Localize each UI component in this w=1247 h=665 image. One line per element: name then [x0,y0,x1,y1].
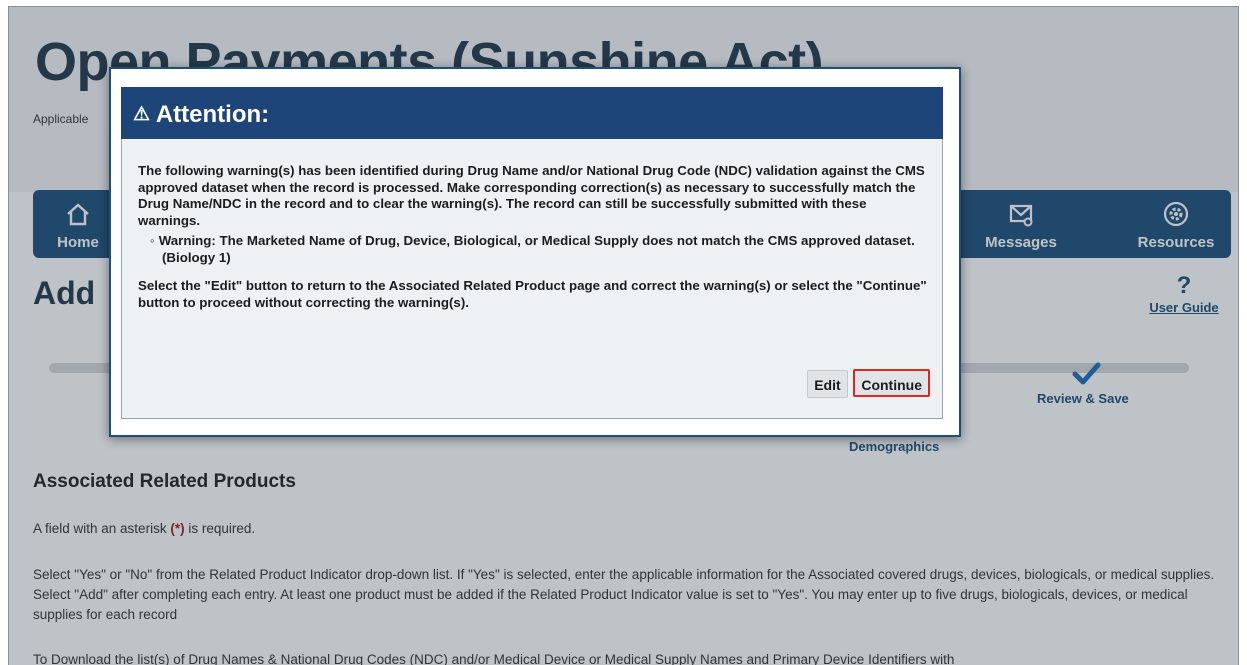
dialog-instruction: Select the "Edit" button to return to th… [138,278,927,310]
dialog-body: The following warning(s) has been identi… [121,139,943,419]
browser-page: Open Payments (Sunshine Act) Applicable … [8,6,1239,665]
continue-button[interactable]: Continue [853,369,930,397]
dialog-title: Attention: [155,101,270,128]
dialog-actions: Edit Continue [807,369,930,398]
dialog-header: ⚠ Attention: [121,87,943,139]
edit-button[interactable]: Edit [807,370,848,398]
warning-intro: The following warning(s) has been identi… [138,163,925,228]
warning-icon: ⚠ [133,104,151,125]
attention-dialog: ⚠ Attention: The following warning(s) ha… [109,67,961,437]
warning-list: Warning: The Marketed Name of Drug, Devi… [159,233,928,266]
warning-item: Warning: The Marketed Name of Drug, Devi… [159,233,928,266]
